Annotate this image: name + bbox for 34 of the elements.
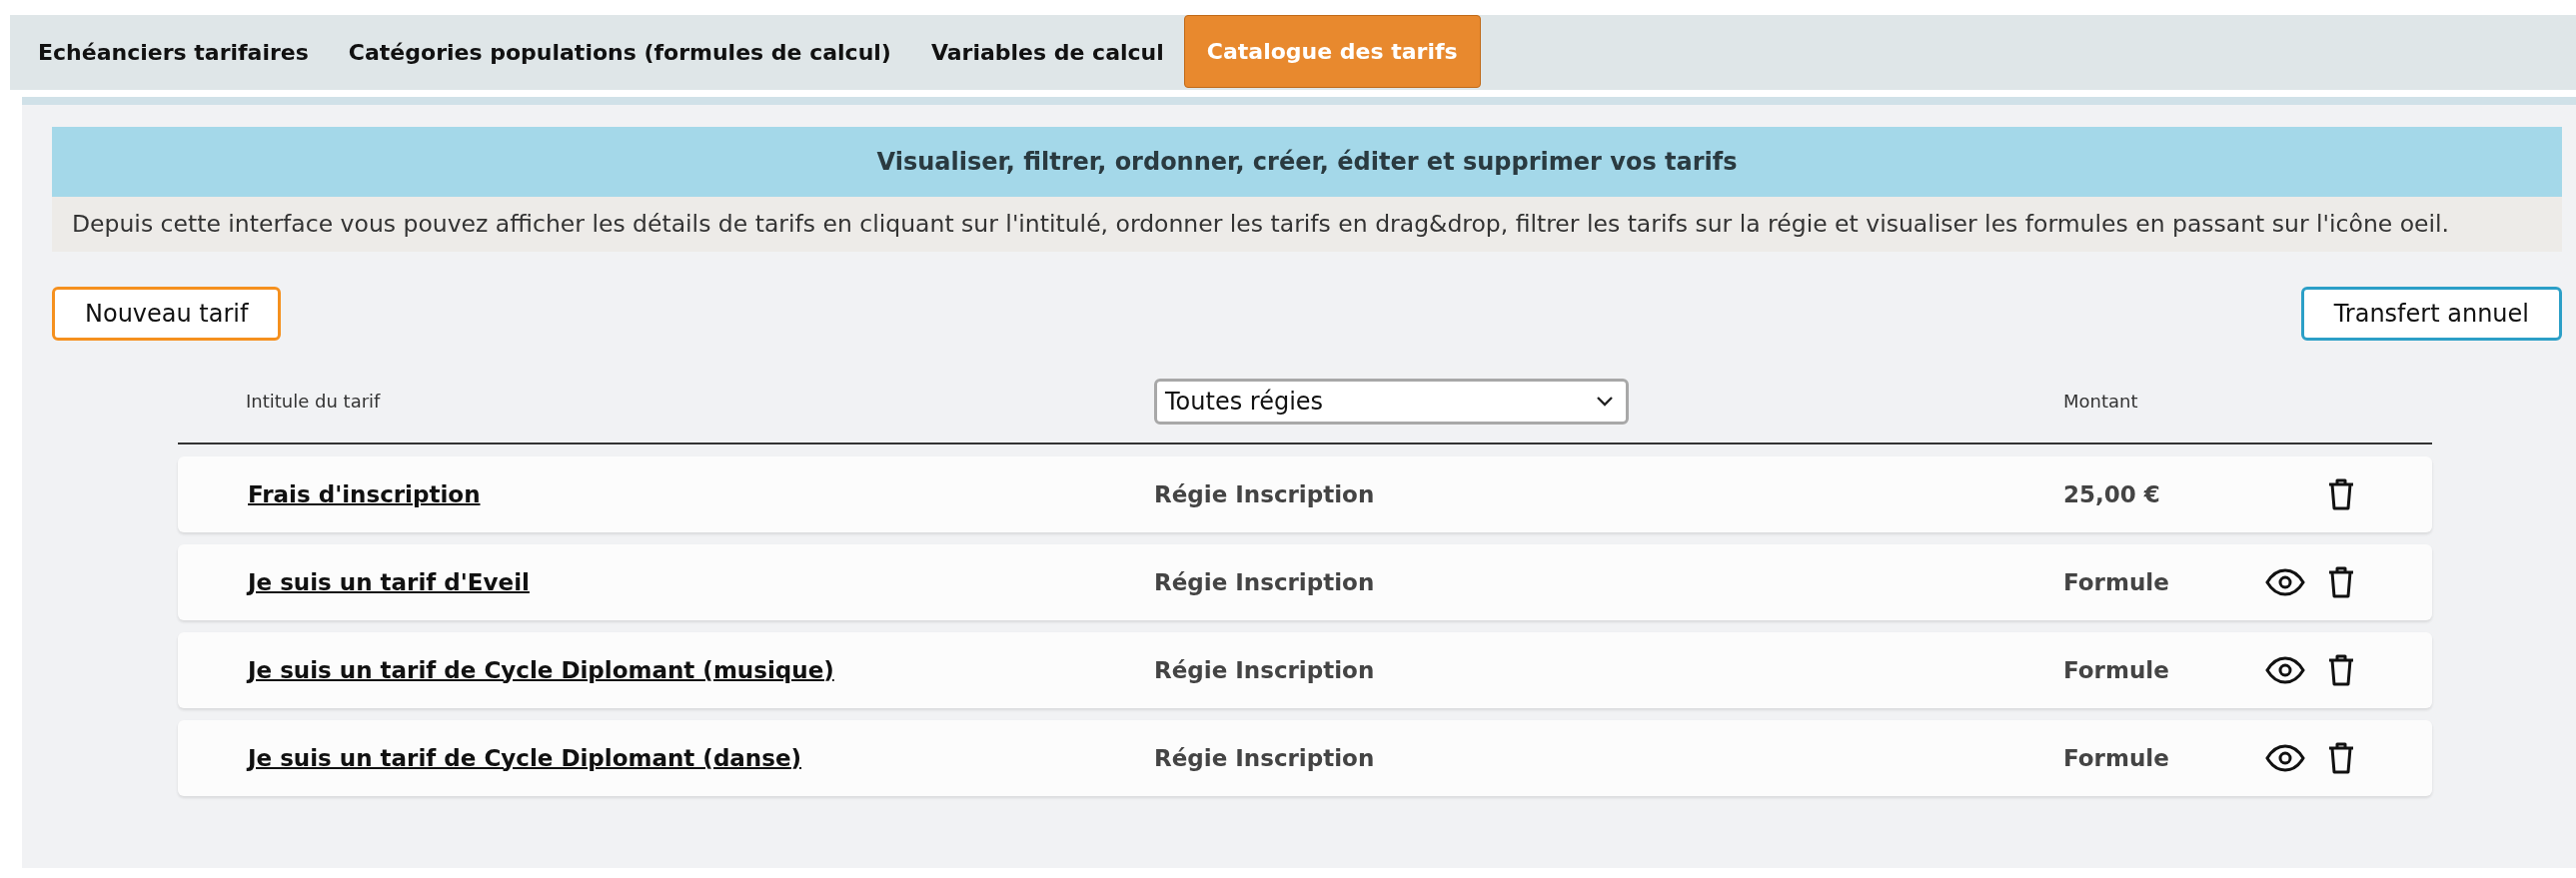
tariff-link[interactable]: Je suis un tarif d'Eveil <box>248 568 530 595</box>
tab[interactable]: Catégories populations (formules de calcul) <box>328 15 911 90</box>
tariff-link[interactable]: Frais d'inscription <box>248 480 481 507</box>
trash-icon[interactable] <box>2327 652 2355 687</box>
tab[interactable]: Variables de calcul <box>910 15 1184 90</box>
eye-icon[interactable] <box>2265 743 2305 772</box>
banner-description: Depuis cette interface vous pouvez afficher les détails de tarifs en cliquant sur l'intitulé, ordonner les tarifs en drag&drop, filtrer les tarifs sur la régie et visualiser les formules en passant sur l'icône oeil. <box>52 197 2562 252</box>
tab[interactable]: Echéanciers tarifaires <box>18 15 329 90</box>
regie-cell: Régie Inscription <box>1154 656 1375 683</box>
tariff-link[interactable]: Je suis un tarif de Cycle Diplomant (musique) <box>248 656 834 683</box>
column-header: Intitule du tarif <box>245 391 382 413</box>
banner-title: Visualiser, filtrer, ordonner, créer, éditer et supprimer vos tarifs <box>52 127 2562 197</box>
eye-icon[interactable] <box>2265 655 2305 684</box>
trash-icon[interactable] <box>2327 740 2355 775</box>
regie-cell: Régie Inscription <box>1154 480 1375 507</box>
regie-cell: Régie Inscription <box>1154 744 1375 771</box>
column-header: Montant <box>2063 391 2139 413</box>
table-row[interactable]: Je suis un tarif d'Eveil Régie Inscription Formule <box>178 543 2432 620</box>
table-row[interactable]: Je suis un tarif de Cycle Diplomant (danse) Régie Inscription Formule <box>178 719 2432 796</box>
new-tariff-button[interactable]: Nouveau tarif <box>52 286 282 341</box>
table-row[interactable]: Frais d'inscription Régie Inscription 25,00 € <box>178 455 2432 532</box>
regie-filter-select[interactable]: Toutes régies <box>1154 378 1629 425</box>
amount-cell: Formule <box>2063 656 2169 683</box>
regie-cell: Régie Inscription <box>1154 568 1375 595</box>
tariff-link[interactable]: Je suis un tarif de Cycle Diplomant (danse) <box>248 744 802 771</box>
amount-cell: 25,00 € <box>2063 480 2160 507</box>
chevron-down-icon <box>1596 395 1614 408</box>
trash-icon[interactable] <box>2327 564 2355 599</box>
amount-cell: Formule <box>2063 744 2169 771</box>
trash-icon[interactable] <box>2327 476 2355 511</box>
eye-icon[interactable] <box>2265 567 2305 596</box>
amount-cell: Formule <box>2063 568 2169 595</box>
table-row[interactable]: Je suis un tarif de Cycle Diplomant (musique) Régie Inscription Formule <box>178 631 2432 708</box>
annual-transfer-button[interactable]: Transfert annuel <box>2300 286 2562 341</box>
